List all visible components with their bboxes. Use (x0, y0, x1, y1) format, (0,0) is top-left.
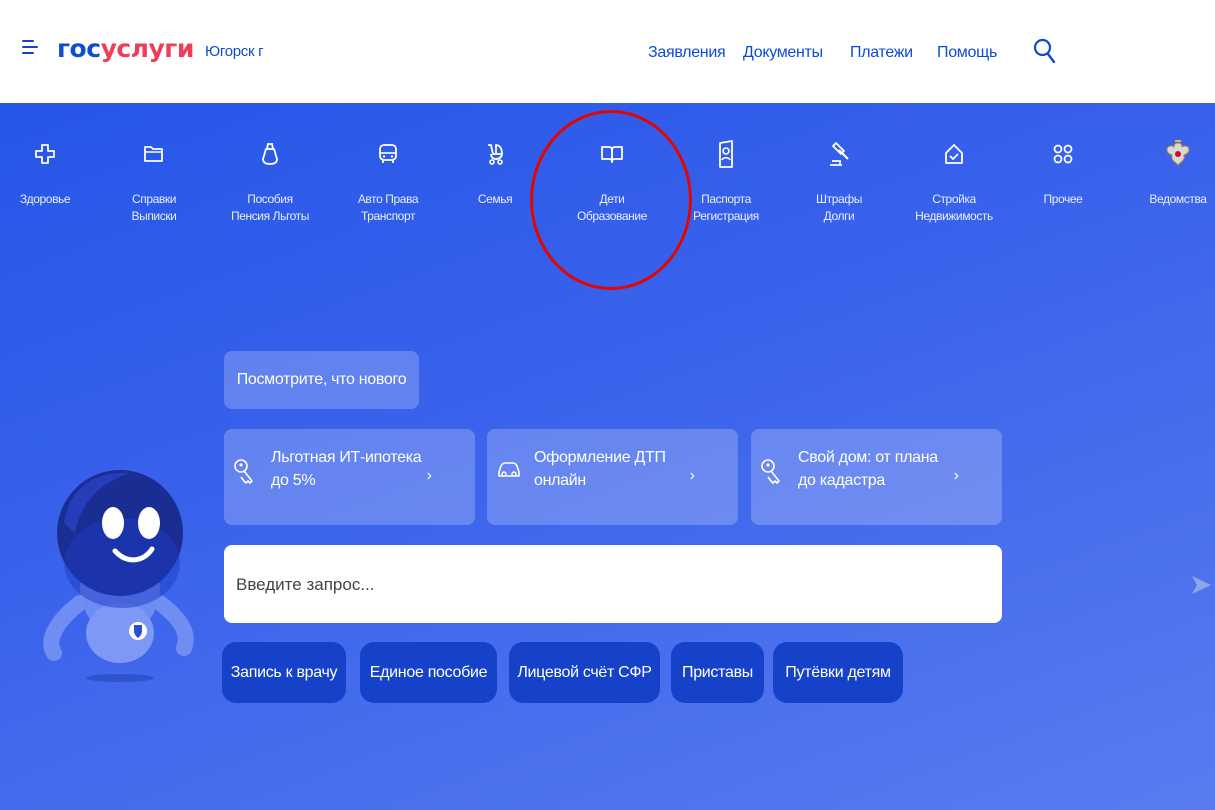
promo-dtp-online[interactable]: Оформление ДТП онлайн › (487, 429, 738, 525)
bus-icon (338, 137, 438, 171)
category-health[interactable]: Здоровье (0, 137, 95, 208)
bag-icon (220, 137, 320, 171)
category-label: Справки (131, 192, 177, 206)
promo-it-mortgage[interactable]: Льготная ИТ-ипотека до 5% › (224, 429, 475, 525)
category-sublabel: Регистрация (693, 209, 759, 223)
robot-mascot-illustration (40, 453, 200, 693)
category-label: Пособия (247, 192, 293, 206)
category-label: Паспорта (701, 192, 751, 206)
key-icon (232, 457, 258, 492)
chevron-right-icon: › (953, 467, 959, 484)
chip-doctor-appointment[interactable]: Запись к врачу (222, 642, 346, 703)
category-sublabel: Недвижимость (915, 209, 993, 223)
car-icon (495, 457, 523, 486)
category-sublabel: Долги (823, 209, 855, 223)
category-label: Ведомства (1149, 192, 1207, 206)
chevron-right-icon: › (689, 467, 695, 484)
promo-subtitle: до кадастра (798, 472, 885, 489)
nav-documents[interactable]: Документы (743, 44, 823, 62)
promo-title: Свой дом: от плана (798, 449, 938, 466)
category-benefits[interactable]: Пособия Пенсия Льготы (220, 137, 320, 225)
chip-bailiffs[interactable]: Приставы (671, 642, 764, 703)
folder-icon (104, 137, 204, 171)
city-selector[interactable]: Югорск г (205, 43, 264, 60)
category-label: Здоровье (19, 192, 71, 206)
search-icon[interactable] (1033, 38, 1057, 69)
search-input[interactable] (234, 569, 938, 601)
gavel-icon (789, 137, 889, 171)
promo-subtitle: до 5% (271, 472, 316, 489)
promo-subtitle: онлайн (534, 472, 586, 489)
header: госуслуги Югорск г Заявления Документы П… (0, 0, 1215, 103)
nav-help[interactable]: Помощь (937, 44, 997, 62)
nav-applications[interactable]: Заявления (648, 44, 726, 62)
promo-title: Оформление ДТП (534, 449, 666, 466)
category-fines[interactable]: Штрафы Долги (789, 137, 889, 225)
category-label: Штрафы (816, 192, 862, 206)
category-auto[interactable]: Авто Права Транспорт (338, 137, 438, 225)
chip-unified-benefit[interactable]: Единое пособие (360, 642, 497, 703)
category-other[interactable]: Прочее (1013, 137, 1113, 208)
highlight-circle (530, 110, 692, 290)
chip-sfr-account[interactable]: Лицевой счёт СФР (509, 642, 660, 703)
chevron-right-icon: › (426, 467, 432, 484)
category-sublabel: Транспорт (360, 209, 416, 223)
category-label: Прочее (1043, 192, 1083, 206)
category-label: Стройка (932, 192, 976, 206)
emblem-icon (1128, 137, 1215, 171)
stroller-icon (445, 137, 545, 171)
burger-menu-icon[interactable] (22, 40, 38, 54)
gosuslugi-logo[interactable]: госуслуги (57, 34, 194, 63)
promo-own-house[interactable]: Свой дом: от плана до кадастра › (751, 429, 1002, 525)
search-box (224, 545, 1211, 623)
nav-payments[interactable]: Платежи (850, 44, 913, 62)
category-certificates[interactable]: Справки Выписки (104, 137, 204, 225)
cross-icon (0, 137, 95, 171)
key-icon (759, 457, 785, 492)
passport-icon (676, 137, 776, 171)
chip-children-vouchers[interactable]: Путёвки детям (773, 642, 903, 703)
category-agencies[interactable]: Ведомства (1128, 137, 1215, 208)
category-sublabel: Пенсия Льготы (230, 209, 310, 223)
category-sublabel: Выписки (131, 209, 177, 223)
hero-section: Здоровье Справки Выписки Пособия Пенсия Ль… (0, 103, 1215, 810)
category-construction[interactable]: Стройка Недвижимость (904, 137, 1004, 225)
promo-title: Льготная ИТ-ипотека (271, 449, 422, 466)
whats-new-button[interactable]: Посмотрите, что нового (224, 351, 419, 409)
category-label: Семья (477, 192, 513, 206)
grid-icon (1013, 137, 1113, 171)
house-icon (904, 137, 1004, 171)
category-label: Авто Права (357, 192, 419, 206)
send-arrow-icon[interactable] (1190, 574, 1212, 601)
